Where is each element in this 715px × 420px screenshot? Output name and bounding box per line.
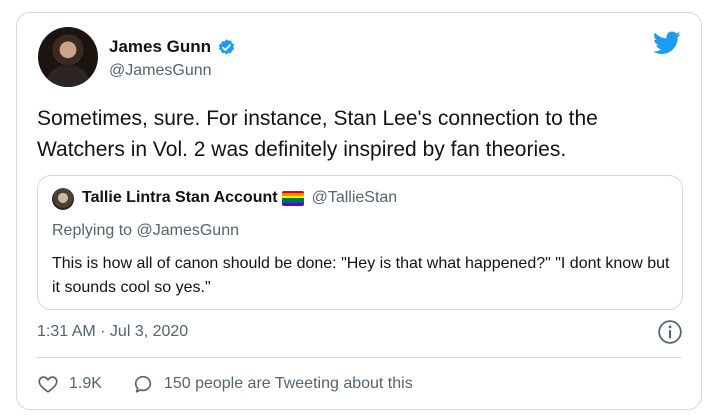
like-count: 1.9K: [69, 375, 102, 392]
info-icon[interactable]: [657, 319, 683, 345]
quoted-tweet-text: This is how all of canon should be done:…: [52, 255, 670, 296]
quoted-author-avatar[interactable]: [52, 188, 74, 210]
quoted-author-name[interactable]: Tallie Lintra Stan Account: [82, 189, 278, 207]
heart-icon[interactable]: [37, 373, 59, 395]
tweet-actions: 1.9K 150 people are Tweeting about this: [37, 373, 413, 395]
quoted-replying-to[interactable]: Replying to @JamesGunn: [52, 222, 239, 240]
author-name-row: James Gunn: [109, 36, 236, 58]
quoted-author-handle[interactable]: @TallieStan: [312, 189, 398, 207]
verified-badge-icon: [218, 38, 235, 54]
quoted-tweet[interactable]: Tallie Lintra Stan Account @TallieStan R…: [37, 175, 683, 310]
like-action[interactable]: 1.9K: [37, 373, 102, 395]
rainbow-flag-icon: [281, 190, 304, 206]
author-avatar[interactable]: [38, 27, 98, 87]
twitter-bird-icon[interactable]: [653, 31, 681, 55]
tweeting-about-action[interactable]: 150 people are Tweeting about this: [132, 373, 413, 395]
author-name[interactable]: James Gunn: [109, 37, 211, 57]
author-handle[interactable]: @JamesGunn: [109, 62, 212, 80]
divider: [37, 357, 681, 358]
quoted-author-row: Tallie Lintra Stan Account @TallieStan: [82, 189, 397, 207]
tweeting-about-text: 150 people are Tweeting about this: [163, 375, 413, 392]
tweet-card[interactable]: James Gunn @JamesGunn Sometimes, sure. F…: [16, 12, 702, 410]
tweet-text: Sometimes, sure. For instance, Stan Lee'…: [37, 107, 598, 161]
speech-bubble-icon[interactable]: [132, 373, 154, 395]
tweet-timestamp[interactable]: 1:31 AM · Jul 3, 2020: [37, 323, 188, 341]
